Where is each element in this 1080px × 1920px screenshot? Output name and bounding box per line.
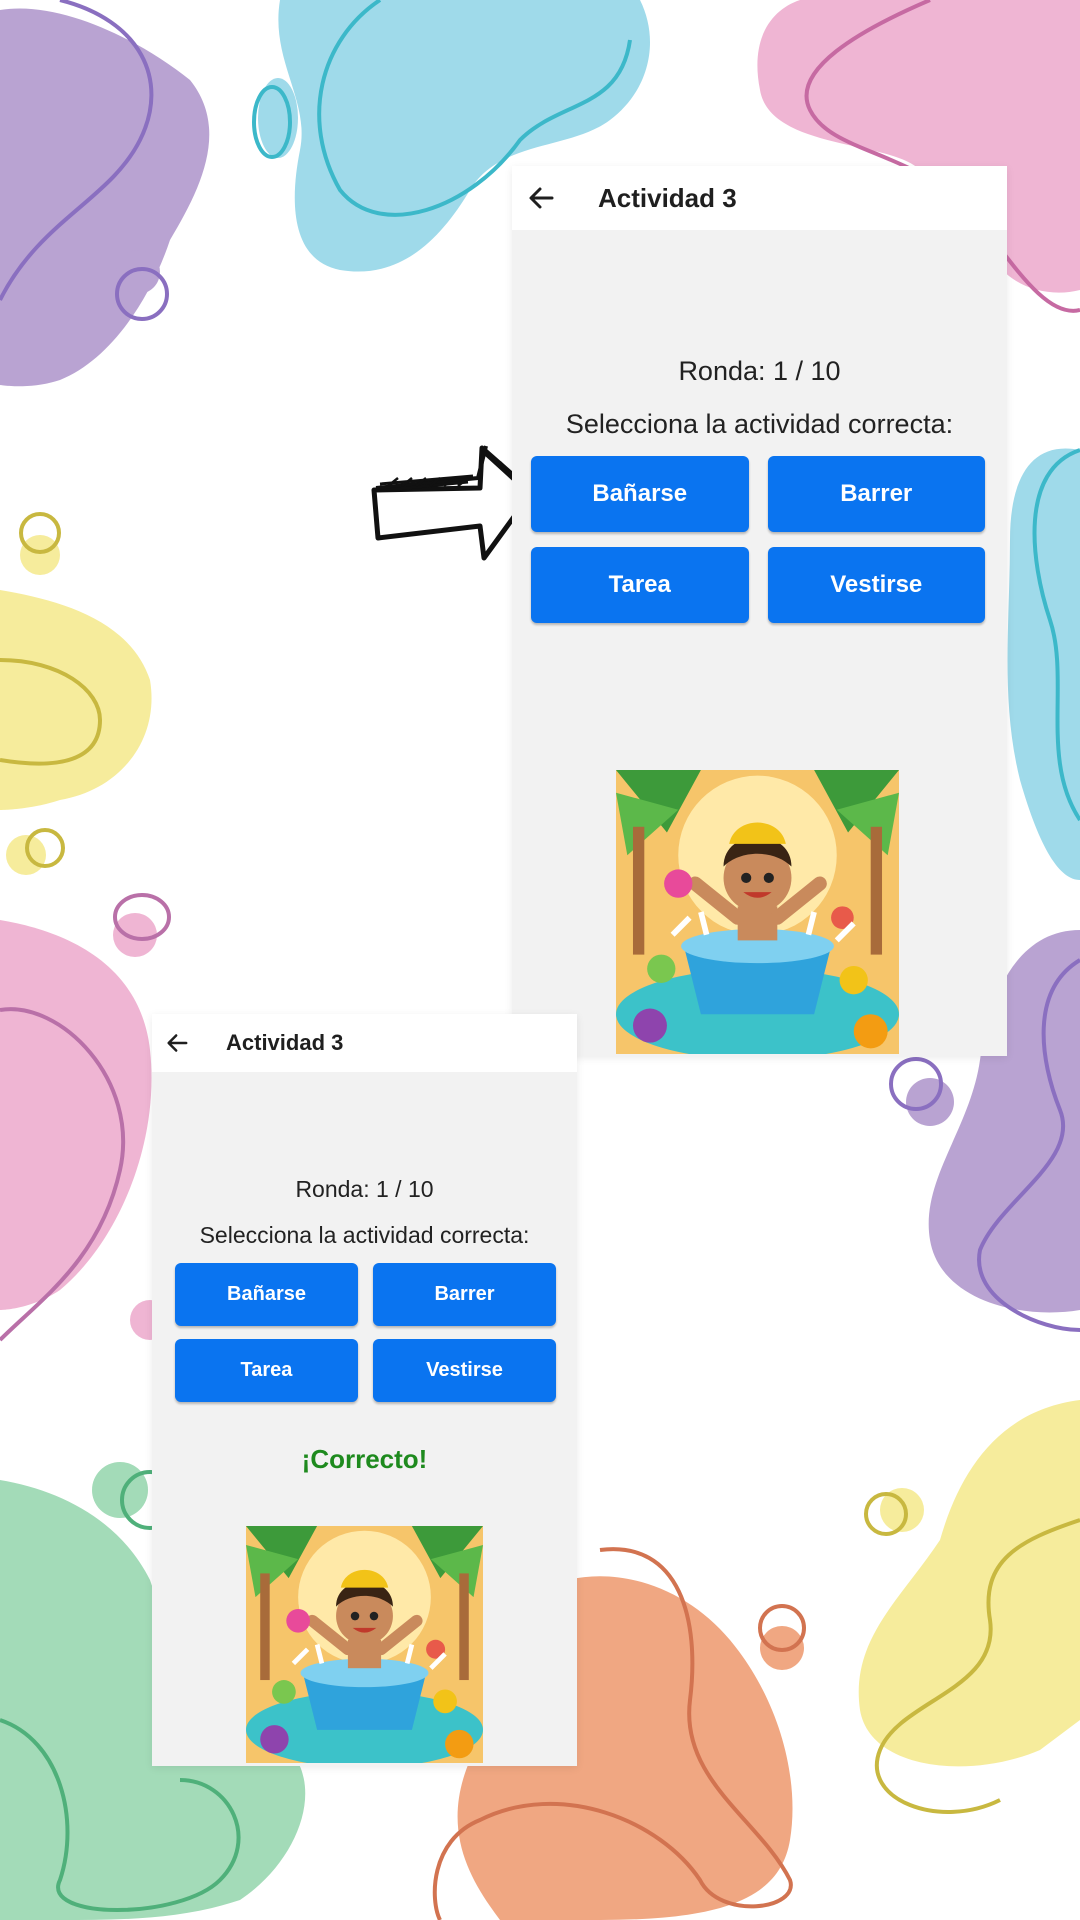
option-vestirse-button[interactable]: Vestirse <box>373 1339 556 1402</box>
option-tarea-button[interactable]: Tarea <box>175 1339 358 1402</box>
app-bar: Actividad 3 <box>152 1014 577 1072</box>
option-banarse-button[interactable]: Bañarse <box>531 456 749 532</box>
hand-drawn-arrow-icon <box>371 445 535 561</box>
option-tarea-button[interactable]: Tarea <box>531 547 749 623</box>
child-bathing-illustration <box>616 770 899 1054</box>
round-counter: Ronda: 1 / 10 <box>678 356 841 386</box>
answer-options: Bañarse Barrer Tarea Vestirse <box>175 1263 556 1402</box>
back-arrow-icon[interactable] <box>526 183 556 213</box>
screen-title: Actividad 3 <box>598 182 737 213</box>
option-barrer-button[interactable]: Barrer <box>767 456 985 532</box>
back-arrow-icon[interactable] <box>164 1030 190 1056</box>
yellow-blob <box>0 590 152 810</box>
question-prompt: Selecciona la actividad correcta: <box>199 1222 530 1248</box>
question-prompt: Selecciona la actividad correcta: <box>565 409 954 439</box>
option-banarse-button[interactable]: Bañarse <box>175 1263 358 1326</box>
pink-blob-left <box>0 920 152 1310</box>
feedback-message: ¡Correcto! <box>301 1444 428 1474</box>
cyan-blob-right <box>1007 448 1080 880</box>
purple-blob <box>0 8 210 387</box>
option-barrer-button[interactable]: Barrer <box>373 1263 556 1326</box>
screen-title: Actividad 3 <box>226 1030 344 1055</box>
app-screen-question: Actividad 3 Ronda: 1 / 10 Selecciona la … <box>512 166 1007 1056</box>
answer-options: Bañarse Barrer Tarea Vestirse <box>531 456 985 623</box>
child-bathing-illustration <box>246 1526 483 1763</box>
option-vestirse-button[interactable]: Vestirse <box>767 547 985 623</box>
app-screen-correct: Actividad 3 Ronda: 1 / 10 Selecciona la … <box>152 1014 577 1766</box>
yellow-blob-right <box>858 1400 1080 1767</box>
round-counter: Ronda: 1 / 10 <box>295 1176 434 1202</box>
app-bar: Actividad 3 <box>512 166 1007 230</box>
